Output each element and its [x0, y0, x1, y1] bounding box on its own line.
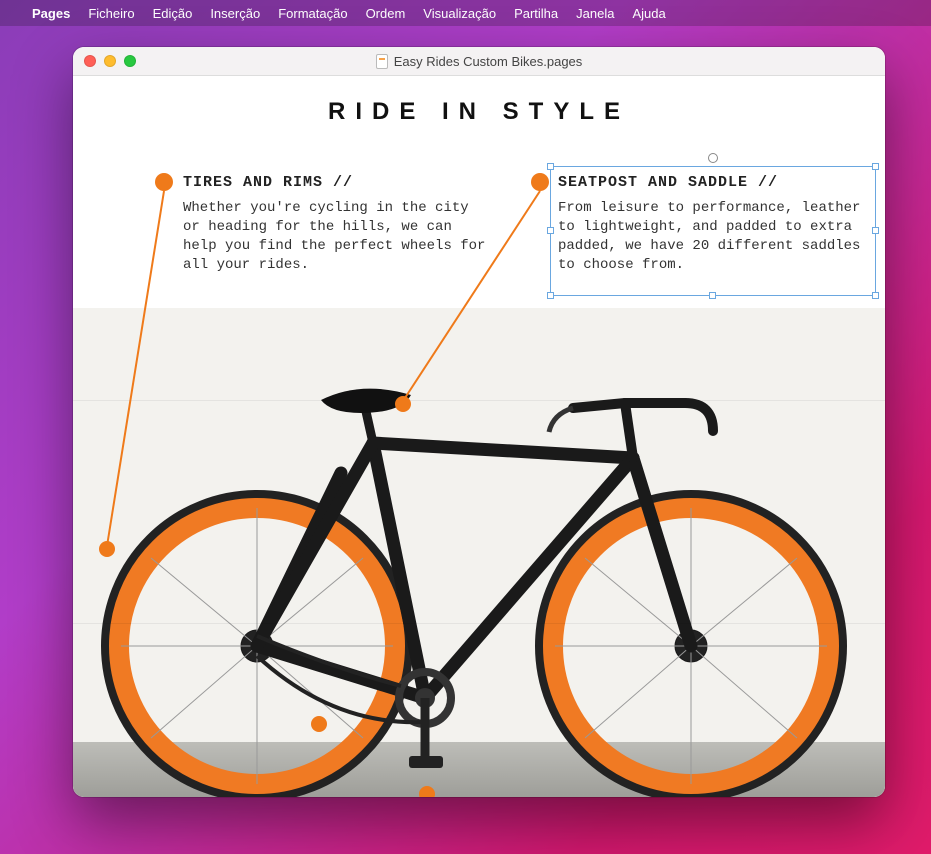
menu-formatacao[interactable]: Formatação	[278, 6, 347, 21]
window-title-text: Easy Rides Custom Bikes.pages	[394, 54, 583, 69]
callout-dot-saddle	[395, 396, 411, 412]
close-button[interactable]	[84, 55, 96, 67]
callout-bullet-left	[155, 173, 173, 191]
minimize-button[interactable]	[104, 55, 116, 67]
resize-handle-e[interactable]	[872, 227, 879, 234]
callout-dot-tire	[99, 541, 115, 557]
resize-handle-nw[interactable]	[547, 163, 554, 170]
callout-dot-pedal	[419, 786, 435, 797]
menu-ficheiro[interactable]: Ficheiro	[88, 6, 134, 21]
menu-ordem[interactable]: Ordem	[366, 6, 406, 21]
menu-janela[interactable]: Janela	[576, 6, 614, 21]
callout-dot-crank	[311, 716, 327, 732]
menu-partilha[interactable]: Partilha	[514, 6, 558, 21]
traffic-lights	[84, 55, 136, 67]
menu-ajuda[interactable]: Ajuda	[632, 6, 665, 21]
text-block-title: TIRES AND RIMS //	[183, 174, 493, 191]
document-canvas[interactable]: RIDE IN STYLE TIRES AND RIMS // Whether …	[73, 76, 885, 797]
document-icon	[376, 54, 388, 69]
zoom-button[interactable]	[124, 55, 136, 67]
callout-bullet-right	[531, 173, 549, 191]
window-title: Easy Rides Custom Bikes.pages	[376, 54, 583, 69]
menu-edicao[interactable]: Edição	[153, 6, 193, 21]
app-menu[interactable]: Pages	[32, 6, 70, 21]
photo-bicycle[interactable]	[73, 308, 885, 797]
document-window: Easy Rides Custom Bikes.pages RIDE IN ST…	[73, 47, 885, 797]
resize-handle-s[interactable]	[709, 292, 716, 299]
titlebar[interactable]: Easy Rides Custom Bikes.pages	[73, 47, 885, 76]
page-title[interactable]: RIDE IN STYLE	[73, 98, 885, 126]
rotate-handle[interactable]	[708, 153, 718, 163]
menubar: Pages Ficheiro Edição Inserção Formataçã…	[0, 0, 931, 26]
resize-handle-ne[interactable]	[872, 163, 879, 170]
resize-handle-se[interactable]	[872, 292, 879, 299]
resize-handle-w[interactable]	[547, 227, 554, 234]
menu-insercao[interactable]: Inserção	[210, 6, 260, 21]
selection-box[interactable]	[550, 166, 876, 296]
resize-handle-sw[interactable]	[547, 292, 554, 299]
text-block-tires[interactable]: TIRES AND RIMS // Whether you're cycling…	[183, 174, 493, 275]
bicycle-illustration	[73, 308, 885, 797]
menu-visualizacao[interactable]: Visualização	[423, 6, 496, 21]
text-block-body: Whether you're cycling in the city or he…	[183, 199, 493, 275]
